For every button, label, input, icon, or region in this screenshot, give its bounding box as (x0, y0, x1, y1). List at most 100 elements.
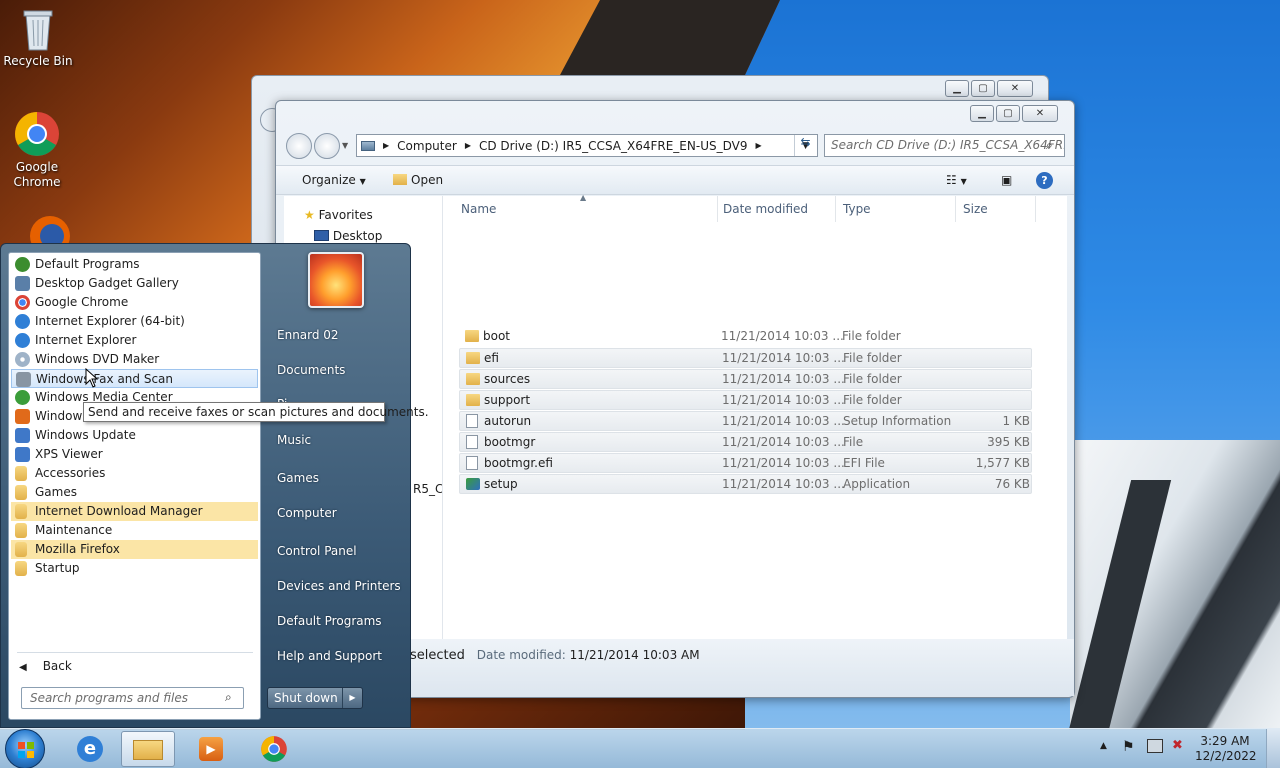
file-type: File folder (843, 393, 902, 407)
file-date: 11/21/2014 10:03 ... (722, 456, 845, 470)
program-item[interactable]: XPS Viewer (11, 445, 258, 464)
start-button[interactable] (5, 729, 45, 768)
show-desktop-button[interactable] (1266, 729, 1280, 768)
desktop-icon-label: Recycle Bin (3, 54, 73, 68)
shutdown-options-icon[interactable]: ▶ (342, 688, 362, 708)
column-separator (1035, 196, 1036, 222)
column-header-size[interactable]: Size (963, 202, 988, 216)
search-input[interactable]: Search CD Drive (D:) IR5_CCSA_X64FR... (824, 134, 1065, 157)
recent-pages-icon[interactable]: ▼ (342, 141, 348, 150)
folder-icon (133, 740, 163, 760)
refresh-button[interactable]: ⇆ (794, 135, 816, 156)
file-row[interactable]: bootmgr 11/21/2014 10:03 ... File 395 KB (459, 432, 1032, 452)
file-icon (466, 456, 478, 470)
folder-icon (15, 504, 27, 519)
program-item[interactable]: Windows Update (11, 426, 258, 445)
program-item-selected[interactable]: Windows Fax and Scan (11, 369, 258, 388)
desktop-icon-google-chrome[interactable]: Google Chrome (1, 110, 73, 190)
file-name: boot (483, 329, 511, 343)
media-center-icon (15, 390, 30, 405)
folder-icon (15, 485, 27, 500)
start-user-name[interactable]: Ennard 02 (277, 328, 339, 342)
maximize-button[interactable]: ▢ (971, 80, 995, 97)
preview-pane-icon[interactable]: ▣ (1001, 173, 1012, 187)
breadcrumb-separator-icon: ▶ (755, 141, 762, 150)
nav-desktop[interactable]: Desktop (314, 229, 382, 243)
back-button[interactable] (286, 133, 312, 159)
program-folder-new[interactable]: Mozilla Firefox (11, 540, 258, 559)
search-programs-input[interactable]: Search programs and files (21, 687, 244, 709)
file-row[interactable]: sources 11/21/2014 10:03 ... File folder (459, 369, 1032, 389)
breadcrumb-separator-icon: ▶ (464, 141, 471, 150)
nav-favorites[interactable]: ★ Favorites (304, 208, 373, 222)
file-row[interactable]: bootmgr.efi 11/21/2014 10:03 ... EFI Fil… (459, 453, 1032, 473)
system-clock[interactable]: 3:29 AM 12/2/2022 (1195, 734, 1257, 764)
clock-date: 12/2/2022 (1195, 749, 1257, 763)
start-help-support[interactable]: Help and Support (277, 649, 382, 663)
chrome-icon (260, 735, 288, 763)
file-row[interactable]: autorun 11/21/2014 10:03 ... Setup Infor… (459, 411, 1032, 431)
close-button[interactable]: ✕ (997, 80, 1033, 97)
program-folder-new[interactable]: Internet Download Manager (11, 502, 258, 521)
program-folder[interactable]: Accessories (11, 464, 258, 483)
organize-button[interactable]: Organize ▼ (302, 173, 366, 187)
close-button[interactable]: ✕ (1022, 105, 1058, 122)
change-view-icon[interactable]: ☷ ▼ (946, 173, 967, 187)
taskbar-windows-explorer[interactable] (121, 731, 175, 767)
back-button[interactable]: ◀ Back (19, 659, 72, 673)
open-button[interactable]: Open (393, 173, 443, 187)
file-row[interactable]: boot 11/21/2014 10:03 ... File folder (459, 327, 1032, 347)
show-hidden-icons-icon[interactable]: ▲ (1100, 741, 1107, 751)
maximize-button[interactable]: ▢ (996, 105, 1020, 122)
column-header-type[interactable]: Type (843, 202, 871, 216)
program-item[interactable]: Desktop Gadget Gallery (11, 274, 258, 293)
taskbar-google-chrome[interactable] (247, 731, 301, 767)
program-item[interactable]: Internet Explorer (64-bit) (11, 312, 258, 331)
media-player-icon: ▶ (199, 737, 223, 761)
program-item[interactable]: Default Programs (11, 255, 258, 274)
network-icon[interactable] (1147, 739, 1163, 753)
file-row[interactable]: setup 11/21/2014 10:03 ... Application 7… (459, 474, 1032, 494)
desktop-icon-recycle-bin[interactable]: Recycle Bin (2, 6, 74, 68)
start-default-programs[interactable]: Default Programs (277, 614, 382, 628)
file-row[interactable]: support 11/21/2014 10:03 ... File folder (459, 390, 1032, 410)
fax-scan-icon (16, 372, 31, 387)
program-folder[interactable]: Games (11, 483, 258, 502)
program-folder[interactable]: Startup (11, 559, 258, 578)
file-date: 11/21/2014 10:03 ... (722, 435, 845, 449)
breadcrumb-cd-drive[interactable]: CD Drive (D:) IR5_CCSA_X64FRE_EN-US_DV9 (479, 139, 748, 153)
file-row[interactable]: efi 11/21/2014 10:03 ... File folder (459, 348, 1032, 368)
taskbar-internet-explorer[interactable]: e (63, 731, 117, 767)
program-item[interactable]: Google Chrome (11, 293, 258, 312)
action-center-flag-icon[interactable]: ⚑ (1122, 739, 1135, 755)
file-icon (466, 435, 478, 449)
start-control-panel[interactable]: Control Panel (277, 544, 357, 558)
column-header-date[interactable]: Date modified (723, 202, 808, 216)
start-documents[interactable]: Documents (277, 363, 345, 377)
address-bar[interactable]: ▶ Computer ▶ CD Drive (D:) IR5_CCSA_X64F… (356, 134, 818, 157)
start-music[interactable]: Music (277, 433, 311, 447)
start-games[interactable]: Games (277, 471, 319, 485)
program-folder[interactable]: Maintenance (11, 521, 258, 540)
minimize-button[interactable]: ▁ (945, 80, 969, 97)
column-header-name[interactable]: Name (461, 202, 496, 216)
forward-button[interactable] (314, 133, 340, 159)
program-item[interactable]: Windows DVD Maker (11, 350, 258, 369)
taskbar-media-player[interactable]: ▶ (184, 731, 238, 767)
help-icon[interactable]: ? (1036, 172, 1053, 189)
user-avatar[interactable] (308, 252, 364, 308)
file-size: 76 KB (994, 477, 1030, 491)
desktop-icon-firefox[interactable] (14, 214, 86, 256)
shutdown-button[interactable]: Shut down ▶ (267, 687, 363, 709)
minimize-button[interactable]: ▁ (970, 105, 994, 122)
start-computer[interactable]: Computer (277, 506, 337, 520)
breadcrumb-computer[interactable]: Computer (397, 139, 457, 153)
volume-muted-icon[interactable]: ✖ (1172, 738, 1183, 753)
file-date: 11/21/2014 10:03 ... (722, 414, 845, 428)
start-devices-printers[interactable]: Devices and Printers (277, 579, 401, 593)
default-programs-icon (15, 257, 30, 272)
file-type: EFI File (843, 456, 885, 470)
program-item[interactable]: Internet Explorer (11, 331, 258, 350)
gadget-gallery-icon (15, 276, 30, 291)
file-type: File folder (842, 329, 901, 343)
